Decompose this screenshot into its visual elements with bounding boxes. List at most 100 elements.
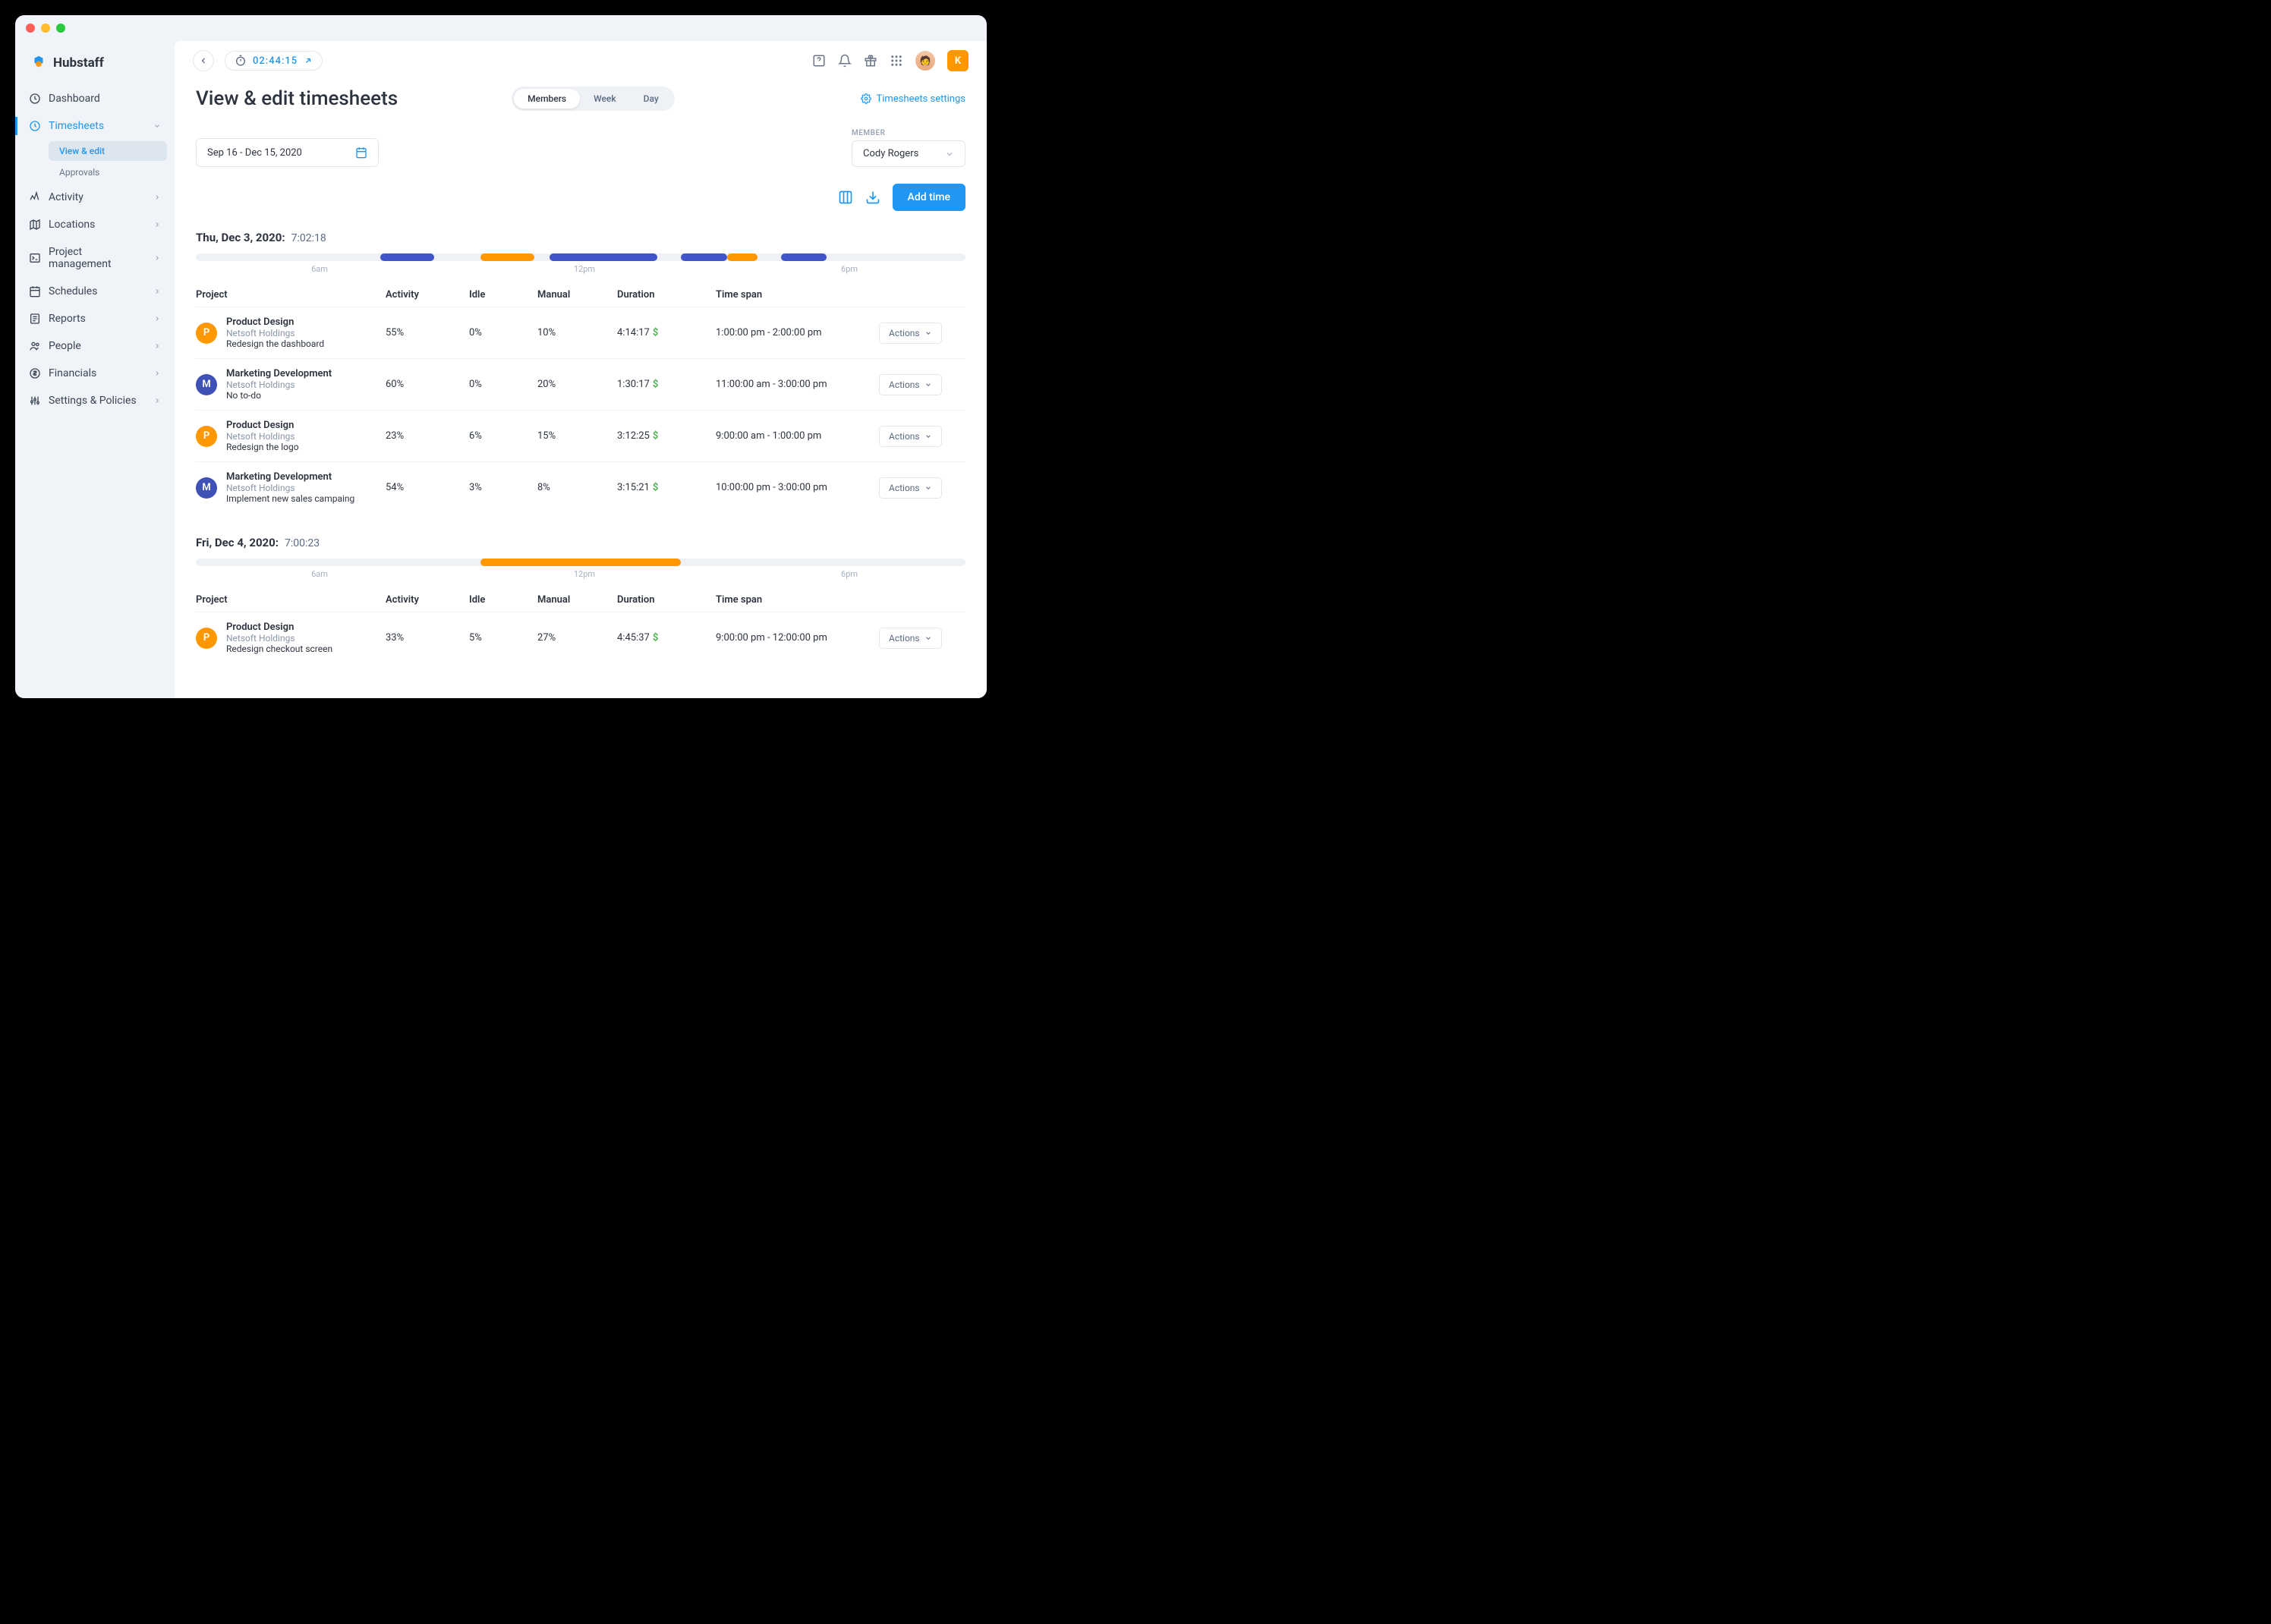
timer-widget[interactable]: 02:44:15 bbox=[225, 51, 323, 71]
map-icon bbox=[29, 219, 41, 231]
gift-icon[interactable] bbox=[864, 54, 877, 68]
sidebar-item-timesheets[interactable]: Timesheets bbox=[15, 112, 175, 140]
hubstaff-logo-icon bbox=[30, 55, 47, 71]
actions-button[interactable]: Actions bbox=[879, 323, 942, 344]
topbar: 02:44:15 🧑 K bbox=[175, 41, 987, 80]
back-button[interactable] bbox=[193, 50, 214, 71]
project-avatar: M bbox=[196, 477, 217, 499]
sidebar-item-dashboard[interactable]: Dashboard bbox=[15, 85, 175, 112]
actions-button[interactable]: Actions bbox=[879, 426, 942, 447]
timesheets-settings-link[interactable]: Timesheets settings bbox=[861, 93, 965, 105]
tab-week[interactable]: Week bbox=[580, 89, 630, 109]
timeline-segment bbox=[380, 253, 434, 261]
project-avatar: P bbox=[196, 426, 217, 447]
dollar-icon: $ bbox=[653, 430, 658, 442]
clock-icon bbox=[29, 120, 41, 132]
activity-value: 54% bbox=[386, 482, 469, 493]
brand-name: Hubstaff bbox=[53, 55, 104, 71]
manual-value: 20% bbox=[537, 379, 617, 390]
project-name: Product Design bbox=[226, 622, 332, 633]
columns-icon[interactable] bbox=[838, 190, 853, 205]
timeline-segment bbox=[550, 253, 657, 261]
actions-button[interactable]: Actions bbox=[879, 477, 942, 499]
idle-value: 3% bbox=[469, 482, 537, 493]
project-org: Netsoft Holdings bbox=[226, 483, 354, 493]
report-icon bbox=[29, 313, 41, 325]
table-header: ProjectActivityIdleManualDurationTime sp… bbox=[196, 283, 965, 307]
timeline-segment bbox=[480, 253, 534, 261]
calendar-icon bbox=[355, 146, 367, 159]
manual-value: 27% bbox=[537, 632, 617, 644]
apps-grid-icon[interactable] bbox=[890, 54, 903, 68]
member-select[interactable]: Cody Rogers bbox=[852, 140, 965, 167]
manual-value: 10% bbox=[537, 327, 617, 338]
calendar-icon bbox=[29, 285, 41, 297]
activity-value: 60% bbox=[386, 379, 469, 390]
chevron-icon bbox=[153, 397, 161, 404]
actions-button[interactable]: Actions bbox=[879, 628, 942, 649]
user-avatar[interactable]: 🧑 bbox=[915, 51, 935, 71]
minimize-window[interactable] bbox=[41, 24, 50, 33]
view-tabs: MembersWeekDay bbox=[512, 87, 675, 111]
sidebar-item-locations[interactable]: Locations bbox=[15, 211, 175, 238]
activity-value: 55% bbox=[386, 327, 469, 338]
sidebar-item-reports[interactable]: Reports bbox=[15, 305, 175, 332]
sidebar: Hubstaff DashboardTimesheetsView & editA… bbox=[15, 41, 175, 698]
brand-logo[interactable]: Hubstaff bbox=[15, 47, 175, 85]
sidebar-item-financials[interactable]: Financials bbox=[15, 360, 175, 387]
project-avatar: M bbox=[196, 374, 217, 395]
table-row: MMarketing DevelopmentNetsoft HoldingsIm… bbox=[196, 461, 965, 513]
table-row: PProduct DesignNetsoft HoldingsRedesign … bbox=[196, 612, 965, 663]
sidebar-subitem-view-&-edit[interactable]: View & edit bbox=[49, 141, 167, 161]
timeline-segment bbox=[681, 253, 727, 261]
activity-value: 23% bbox=[386, 430, 469, 442]
sidebar-item-settings-&-policies[interactable]: Settings & Policies bbox=[15, 387, 175, 414]
sidebar-item-schedules[interactable]: Schedules bbox=[15, 278, 175, 305]
tab-members[interactable]: Members bbox=[514, 89, 580, 109]
sidebar-item-people[interactable]: People bbox=[15, 332, 175, 360]
timeline-segment bbox=[781, 253, 827, 261]
project-name: Product Design bbox=[226, 316, 324, 328]
timespan-value: 9:00:00 pm - 12:00:00 pm bbox=[716, 632, 879, 644]
project-task: No to-do bbox=[226, 390, 332, 401]
day-date: Fri, Dec 4, 2020: bbox=[196, 536, 279, 549]
duration-value: 3:15:21 $ bbox=[617, 482, 716, 493]
project-task: Redesign the dashboard bbox=[226, 338, 324, 349]
timer-value: 02:44:15 bbox=[253, 55, 298, 67]
table-row: PProduct DesignNetsoft HoldingsRedesign … bbox=[196, 307, 965, 358]
add-time-button[interactable]: Add time bbox=[893, 184, 965, 211]
actions-button[interactable]: Actions bbox=[879, 374, 942, 395]
table-row: MMarketing DevelopmentNetsoft HoldingsNo… bbox=[196, 358, 965, 410]
project-name: Marketing Development bbox=[226, 368, 332, 379]
maximize-window[interactable] bbox=[56, 24, 65, 33]
sidebar-subitem-approvals[interactable]: Approvals bbox=[49, 162, 167, 182]
project-avatar: P bbox=[196, 323, 217, 344]
duration-value: 1:30:17 $ bbox=[617, 379, 716, 390]
date-range-picker[interactable]: Sep 16 - Dec 15, 2020 bbox=[196, 138, 379, 167]
stopwatch-icon bbox=[235, 55, 247, 67]
org-badge[interactable]: K bbox=[947, 50, 969, 71]
member-label: Member bbox=[852, 129, 965, 137]
timespan-value: 1:00:00 pm - 2:00:00 pm bbox=[716, 327, 879, 338]
table-header: ProjectActivityIdleManualDurationTime sp… bbox=[196, 588, 965, 612]
sidebar-item-activity[interactable]: Activity bbox=[15, 184, 175, 211]
help-icon[interactable] bbox=[812, 54, 826, 68]
sidebar-nav: DashboardTimesheetsView & editApprovalsA… bbox=[15, 85, 175, 414]
sidebar-item-project-management[interactable]: Project management bbox=[15, 238, 175, 278]
activity-value: 33% bbox=[386, 632, 469, 644]
download-icon[interactable] bbox=[865, 190, 880, 205]
table-row: PProduct DesignNetsoft HoldingsRedesign … bbox=[196, 410, 965, 461]
duration-value: 3:12:25 $ bbox=[617, 430, 716, 442]
chevron-icon bbox=[153, 122, 161, 130]
external-link-icon bbox=[304, 56, 313, 65]
chevron-icon bbox=[153, 342, 161, 350]
day-total: 7:00:23 bbox=[285, 537, 320, 549]
tab-day[interactable]: Day bbox=[630, 89, 672, 109]
project-task: Implement new sales campaing bbox=[226, 493, 354, 504]
app-window: Hubstaff DashboardTimesheetsView & editA… bbox=[15, 15, 987, 698]
close-window[interactable] bbox=[26, 24, 35, 33]
dollar-icon bbox=[29, 367, 41, 379]
bell-icon[interactable] bbox=[838, 54, 852, 68]
timespan-value: 9:00:00 am - 1:00:00 pm bbox=[716, 430, 879, 442]
dollar-icon: $ bbox=[653, 379, 658, 390]
